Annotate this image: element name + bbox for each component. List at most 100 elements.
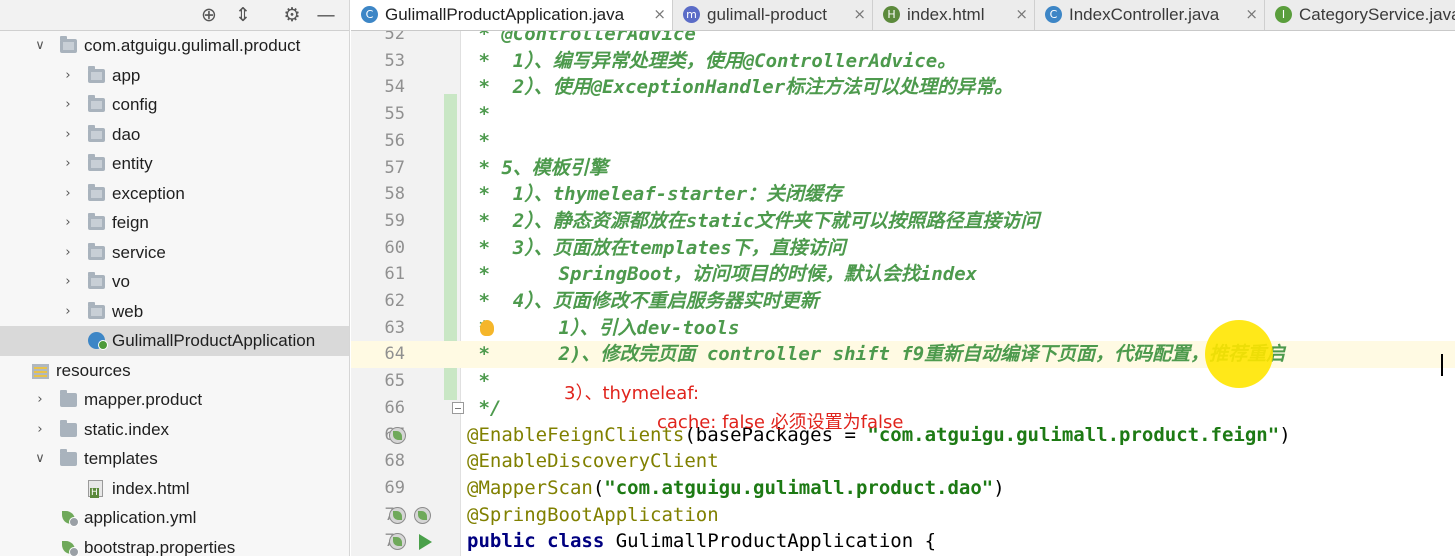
chevron-down-icon[interactable]: ∨ [32, 31, 48, 61]
overlay-note-cache: cache: false 必须设置为false [657, 412, 904, 433]
code-text[interactable]: * 3）、页面放在templates下，直接访问 [467, 235, 845, 262]
line-number: 61 [384, 264, 405, 285]
code-line: 64 * 2)、修改完页面 controller shift f9重新自动编译下… [351, 341, 1455, 369]
code-text[interactable]: * 2）、使用@ExceptionHandler标注方法可以处理的异常。 [467, 74, 1013, 101]
chevron-right-icon[interactable]: › [60, 179, 76, 209]
tree-item[interactable]: ∨ com.atguigu.gulimall.product [0, 31, 349, 61]
editor-tab[interactable]: ICategoryService.java× [1265, 0, 1455, 30]
tree-item[interactable]: ∨ templates [0, 444, 349, 474]
tree-item[interactable]: index.html [0, 474, 349, 504]
tree-item[interactable]: bootstrap.properties [0, 533, 349, 556]
spring-config-icon[interactable] [414, 506, 431, 524]
resources-folder-icon [32, 363, 49, 379]
chevron-right-icon[interactable]: › [60, 120, 76, 150]
code-text[interactable]: * [467, 368, 489, 395]
run-icon[interactable] [419, 534, 432, 551]
chevron-right-icon[interactable]: › [60, 297, 76, 327]
code-line: 69 @MapperScan("com.atguigu.gulimall.prod… [351, 475, 1455, 502]
editor-tab-label: gulimall-product [707, 5, 827, 24]
code-text[interactable]: * 2)、修改完页面 controller shift f9重新自动编译下页面，… [467, 341, 1285, 368]
code-text[interactable]: * [467, 101, 489, 128]
close-icon[interactable]: × [653, 0, 666, 29]
project-tree: ∨ com.atguigu.gulimall.product › app › config… [0, 31, 349, 556]
tree-item[interactable]: › exception [0, 179, 349, 209]
editor-tab[interactable]: C IndexController.java × [1035, 0, 1265, 30]
line-number: 53 [384, 50, 405, 71]
chevron-right-icon[interactable]: › [60, 238, 76, 268]
mouse-cursor-highlight [1205, 320, 1273, 388]
tree-item[interactable]: › mapper.product [0, 385, 349, 415]
editor-tab[interactable]: C GulimallProductApplication.java × [351, 0, 673, 30]
editor-tab[interactable]: m gulimall-product × [673, 0, 873, 30]
close-icon[interactable]: × [853, 0, 866, 29]
code-text[interactable]: */ [467, 395, 501, 422]
code-text[interactable]: * @ControllerAdvice [467, 31, 695, 48]
code-text[interactable]: * 4）、页面修改不重启服务器实时更新 [467, 288, 818, 315]
tree-item[interactable]: › vo [0, 267, 349, 297]
globe-icon[interactable]: ⊕ [197, 3, 221, 27]
tree-item-label: dao [112, 124, 141, 144]
code-text[interactable]: public class GulimallProductApplication … [467, 528, 936, 555]
code-text[interactable]: * SpringBoot，访问项目的时候，默认会找index [467, 261, 977, 288]
close-icon[interactable]: × [1015, 0, 1028, 29]
code-line: 54 * 2）、使用@ExceptionHandler标注方法可以处理的异常。 [351, 74, 1455, 101]
tree-item[interactable]: › static.index [0, 415, 349, 445]
tree-item[interactable]: › dao [0, 120, 349, 150]
spring-bean-icon[interactable] [389, 426, 406, 444]
chevron-right-icon[interactable]: › [32, 385, 48, 415]
tree-item-label: web [112, 301, 144, 321]
tree-item[interactable]: › service [0, 238, 349, 268]
code-line: 55 * [351, 101, 1455, 128]
code-text[interactable]: * 1）、引入dev-tools [467, 315, 739, 342]
tree-item[interactable]: › web [0, 297, 349, 327]
code-text[interactable]: @EnableDiscoveryClient [467, 448, 719, 475]
code-token: public class [467, 530, 616, 553]
code-text[interactable]: @SpringBootApplication [467, 502, 719, 529]
code-text[interactable]: * 1）、thymeleaf-starter：关闭缓存 [467, 181, 842, 208]
minimize-icon[interactable]: — [314, 3, 338, 27]
chevron-right-icon[interactable]: › [60, 90, 76, 120]
code-token: * 2)、修改完页面 controller shift f9重新自动编译下页面，… [467, 343, 1286, 366]
chevron-right-icon[interactable]: › [60, 61, 76, 91]
spring-bean-icon[interactable] [389, 506, 406, 524]
code-text[interactable]: * 5、模板引擎 [467, 155, 607, 182]
code-token: * 1）、thymeleaf-starter：关闭缓存 [467, 183, 843, 206]
editor-tab[interactable]: Hindex.html × [873, 0, 1035, 30]
folder-icon [60, 419, 77, 437]
code-token: GulimallProductApplication { [615, 530, 937, 553]
code-token: */ [467, 396, 502, 419]
collapse-icon[interactable]: ⇕ [231, 3, 255, 27]
editor-tab-label: IndexController.java [1069, 5, 1220, 24]
code-text[interactable]: * 2）、静态资源都放在static文件夹下就可以按照路径直接访问 [467, 208, 1039, 235]
tree-item[interactable]: GulimallProductApplication [0, 326, 349, 356]
chevron-right-icon[interactable]: › [32, 415, 48, 445]
fold-icon[interactable] [452, 401, 464, 414]
chevron-down-icon[interactable]: ∨ [32, 444, 48, 474]
tree-item[interactable]: › feign [0, 208, 349, 238]
code-token: ) [1279, 423, 1291, 446]
code-editor[interactable]: 52 * @ControllerAdvice 53 * 1）、编写异常处理类，使用… [351, 31, 1455, 556]
chevron-right-icon[interactable]: › [60, 149, 76, 179]
close-icon[interactable]: × [1245, 0, 1258, 29]
editor-tab-label: CategoryService.java [1299, 5, 1455, 24]
tree-item-label: vo [112, 272, 130, 291]
tree-item-label: templates [84, 449, 158, 468]
code-text[interactable]: @MapperScan("com.atguigu.gulimall.produc… [467, 475, 1005, 502]
line-number: 56 [384, 130, 405, 151]
tree-item[interactable]: › entity [0, 149, 349, 179]
line-number: 66 [384, 397, 405, 418]
tree-item[interactable]: › app [0, 61, 349, 91]
gear-icon[interactable]: ⚙ [280, 3, 304, 27]
code-text[interactable]: * 1）、编写异常处理类，使用@ControllerAdvice。 [467, 48, 956, 75]
tree-item-label: static.index [84, 419, 170, 439]
tree-item[interactable]: application.yml [0, 503, 349, 533]
code-text[interactable]: * [467, 128, 489, 155]
chevron-right-icon[interactable]: › [60, 267, 76, 297]
editor-tabs: C GulimallProductApplication.java × m gulima… [351, 0, 1455, 31]
tree-item-label: config [112, 95, 158, 114]
lightbulb-icon[interactable] [480, 319, 494, 336]
line-number: 57 [384, 157, 405, 178]
chevron-right-icon[interactable]: › [60, 208, 76, 238]
tree-item[interactable]: › config [0, 90, 349, 120]
tree-item[interactable]: resources [0, 356, 349, 386]
